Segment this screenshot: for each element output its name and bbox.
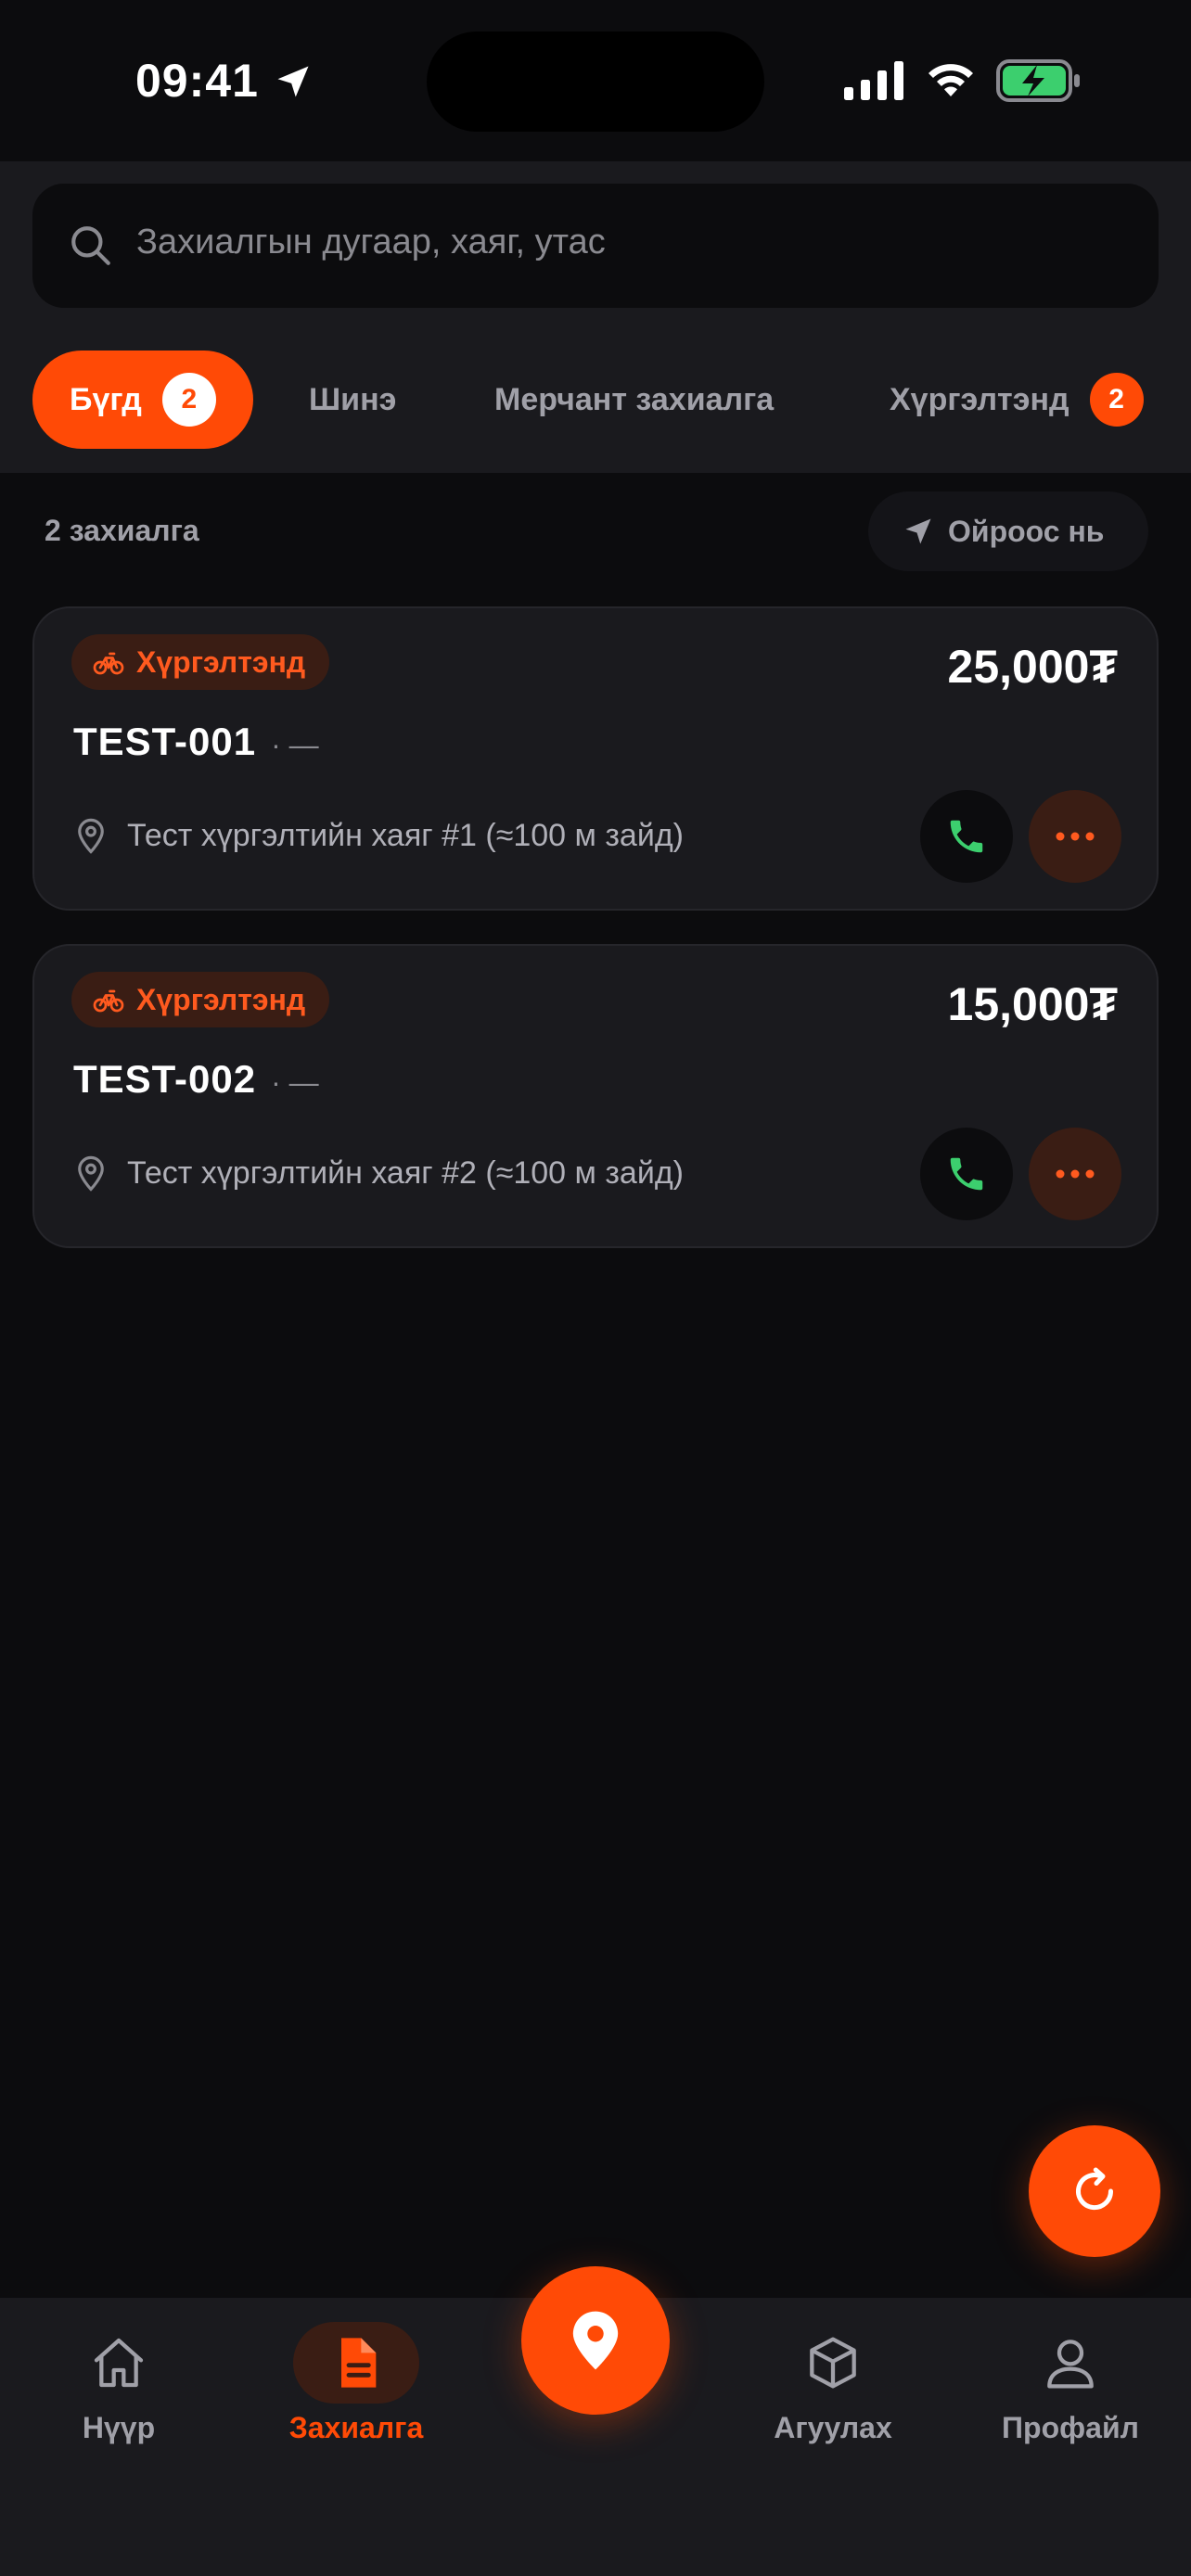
sort-nearest-button[interactable]: Ойроос нь xyxy=(868,491,1148,571)
order-price: 15,000₮ xyxy=(947,978,1118,1030)
order-id: TEST-002 xyxy=(73,1057,257,1101)
search-placeholder: Захиалгын дугаар, хаяг, утас xyxy=(136,223,606,261)
order-id-row: TEST-002 · — xyxy=(73,1057,319,1102)
order-count-label: 2 захиалга xyxy=(45,514,199,547)
status-bar: 09:41 xyxy=(0,0,1191,161)
order-id: TEST-001 xyxy=(73,720,257,763)
order-id-row: TEST-001 · — xyxy=(73,720,319,764)
tab-badge: 2 xyxy=(161,373,216,427)
order-address: Тест хүргэлтийн хаяг #2 (≈100 м зайд) xyxy=(127,1154,684,1191)
phone-icon xyxy=(950,820,983,853)
status-badge-label: Хүргэлтэнд xyxy=(136,644,306,679)
navigation-arrow-icon xyxy=(905,518,931,544)
tab-label: Мерчант захиалга xyxy=(494,381,775,417)
status-time: 09:41 xyxy=(135,55,259,107)
home-icon xyxy=(94,2338,144,2388)
bicycle-icon xyxy=(93,989,124,1013)
map-button[interactable] xyxy=(521,2266,670,2415)
battery-charging-icon xyxy=(996,59,1080,102)
tab-new[interactable]: Шинэ xyxy=(309,351,396,449)
status-badge: Хүргэлтэнд xyxy=(71,972,330,1027)
map-pin-icon xyxy=(572,2311,619,2370)
location-pin-icon xyxy=(78,1155,104,1192)
order-card[interactable]: Хүргэлтэнд 15,000₮ TEST-002 · — Тест хүр… xyxy=(32,944,1159,1248)
nav-item-warehouse[interactable]: Агуулах xyxy=(731,2322,935,2445)
phone-icon xyxy=(950,1157,983,1191)
nav-label: Нүүр xyxy=(82,2411,156,2444)
order-address: Тест хүргэлтийн хаяг #1 (≈100 м зайд) xyxy=(127,817,684,853)
filter-tabs: Бүгд 2 Шинэ Мерчант захиалга Хүргэлтэнд … xyxy=(32,351,1191,449)
tab-all[interactable]: Бүгд 2 xyxy=(32,351,253,449)
user-icon xyxy=(1047,2340,1094,2389)
search-icon xyxy=(71,226,110,265)
address-row: Тест хүргэлтийн хаяг #1 (≈100 м зайд) xyxy=(73,816,684,855)
search-input[interactable]: Захиалгын дугаар, хаяг, утас xyxy=(32,184,1159,308)
refresh-icon xyxy=(1076,2167,1114,2211)
tab-label: Хүргэлтэнд xyxy=(890,381,1069,417)
status-badge-label: Хүргэлтэнд xyxy=(136,982,306,1016)
order-meta-separator: · — xyxy=(271,728,319,761)
location-arrow-icon xyxy=(277,66,309,97)
refresh-button[interactable] xyxy=(1029,2125,1160,2257)
order-card[interactable]: Хүргэлтэнд 25,000₮ TEST-001 · — Тест хүр… xyxy=(32,606,1159,911)
address-row: Тест хүргэлтийн хаяг #2 (≈100 м зайд) xyxy=(73,1154,684,1192)
nav-label: Захиалга xyxy=(288,2411,424,2444)
order-price: 25,000₮ xyxy=(947,641,1118,693)
tab-badge: 2 xyxy=(1089,373,1144,427)
dynamic-island xyxy=(427,32,764,132)
tab-label: Бүгд xyxy=(70,381,142,417)
more-options-button[interactable] xyxy=(1029,1128,1121,1220)
cellular-signal-icon xyxy=(844,61,903,100)
more-options-button[interactable] xyxy=(1029,790,1121,883)
nav-label: Профайл xyxy=(1002,2411,1139,2444)
status-badge: Хүргэлтэнд xyxy=(71,634,330,690)
order-meta-separator: · — xyxy=(271,1065,319,1099)
box-icon xyxy=(810,2337,856,2389)
nav-label: Агуулах xyxy=(774,2411,892,2444)
more-dots-icon xyxy=(1056,832,1095,841)
wifi-icon xyxy=(928,64,973,96)
location-pin-icon xyxy=(78,818,104,854)
nav-item-profile[interactable]: Профайл xyxy=(968,2322,1172,2445)
call-button[interactable] xyxy=(920,1128,1013,1220)
sort-label: Ойроос нь xyxy=(948,514,1105,548)
tab-merchant-orders[interactable]: Мерчант захиалга xyxy=(494,351,774,449)
call-button[interactable] xyxy=(920,790,1013,883)
tab-in-delivery[interactable]: Хүргэлтэнд 2 xyxy=(890,351,1144,449)
nav-item-orders[interactable]: Захиалга xyxy=(254,2322,458,2445)
bicycle-icon xyxy=(93,652,124,675)
nav-item-home[interactable]: Нүүр xyxy=(17,2322,221,2445)
more-dots-icon xyxy=(1056,1169,1095,1179)
document-icon xyxy=(341,2338,377,2388)
tab-label: Шинэ xyxy=(309,381,397,417)
